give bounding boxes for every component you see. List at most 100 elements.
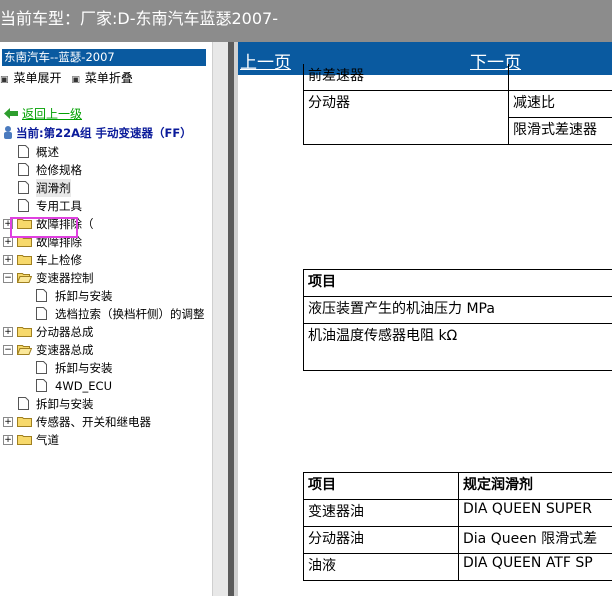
tree-item-label: 4WD_ECU: [55, 379, 113, 393]
title-bar: 当前车型：厂家:D-东南汽车蓝瑟2007-: [0, 0, 612, 42]
expand-toggle-icon[interactable]: +: [3, 237, 13, 247]
document-body: 前差速器 分动器 减速比 限滑式差速器 项目 液压装置产生的机油压力 MPa 机…: [238, 64, 612, 596]
expand-all-label: 菜单展开: [13, 71, 62, 85]
table-cell: 减速比: [508, 90, 612, 118]
document-icon: [18, 145, 29, 158]
spec-table-1: 前差速器 分动器 减速比 限滑式差速器: [303, 64, 612, 145]
table-row: 机油温度传感器电阻 kΩ: [303, 323, 612, 371]
selection-highlight-box: [10, 217, 78, 238]
table-cell: DIA QUEEN ATF SP: [458, 553, 612, 581]
tree-item-label: 概述: [36, 145, 59, 159]
table-header-cell: 项目: [303, 269, 612, 297]
collapse-all-button[interactable]: ▣ 菜单折叠: [71, 71, 133, 85]
tree-item-label: 气道: [36, 433, 59, 447]
table-row: 液压装置产生的机油压力 MPa: [303, 296, 612, 324]
tree-item[interactable]: 拆卸与安装: [0, 287, 212, 305]
folder-icon: [17, 435, 32, 445]
expand-toggle-icon[interactable]: +: [3, 435, 13, 445]
back-row: 返回上一级: [4, 105, 82, 122]
table-cell: 液压装置产生的机油压力 MPa: [303, 296, 612, 324]
tree-item[interactable]: 选档拉索（换档杆侧）的调整: [0, 305, 212, 323]
sidebar-scrollbar[interactable]: [212, 42, 229, 596]
tree-item-label: 传感器、开关和继电器: [36, 415, 151, 429]
collapse-toggle-icon[interactable]: −: [3, 345, 13, 355]
table-cell: 变速器油: [303, 499, 459, 527]
table-row: 限滑式差速器: [303, 117, 612, 145]
current-section: 当前:第22A组 手动变速器（FF）: [2, 125, 192, 141]
expand-toggle-icon[interactable]: +: [3, 327, 13, 337]
table-row: 变速器油 DIA QUEEN SUPER: [303, 499, 612, 527]
tree-item[interactable]: 拆卸与安装: [0, 359, 212, 377]
open-folder-icon: [17, 273, 32, 283]
prev-page-link[interactable]: 上一页: [240, 48, 291, 73]
document-icon: [18, 397, 29, 410]
table-row: 前差速器: [303, 64, 612, 91]
collapse-square-icon: ▣: [71, 75, 80, 85]
folder-icon: [17, 327, 32, 337]
table-row: 分动器油 Dia Queen 限滑式差: [303, 526, 612, 554]
tree-item-selected[interactable]: 润滑剂: [0, 179, 212, 197]
tree-folder[interactable]: + 气道: [0, 431, 212, 449]
table-cell: 限滑式差速器: [508, 117, 612, 145]
tree-item-label: 车上检修: [36, 253, 82, 267]
tree-item-label: 润滑剂: [36, 179, 71, 197]
tree-folder[interactable]: + 车上检修: [0, 251, 212, 269]
document-icon: [36, 361, 47, 374]
tree-item-label: 选档拉索（换档杆侧）的调整: [55, 307, 205, 321]
expand-toggle-icon[interactable]: +: [3, 417, 13, 427]
tree-folder[interactable]: + 传感器、开关和继电器: [0, 413, 212, 431]
table-header-cell: 项目: [303, 472, 459, 500]
tree-item[interactable]: 4WD_ECU: [0, 377, 212, 395]
document-icon: [18, 199, 29, 212]
tree-folder-open[interactable]: − 变速器控制: [0, 269, 212, 287]
table-row: 项目: [303, 269, 612, 297]
expand-toggle-icon[interactable]: +: [3, 255, 13, 265]
back-link[interactable]: 返回上一级: [22, 107, 82, 121]
document-icon: [18, 163, 29, 176]
table-cell: 机油温度传感器电阻 kΩ: [303, 323, 612, 371]
table-cell: 油液: [303, 553, 459, 581]
tree-item[interactable]: 检修规格: [0, 161, 212, 179]
sidebar-brand: 东南汽车--蓝瑟-2007: [2, 49, 206, 66]
collapse-all-label: 菜单折叠: [84, 71, 133, 85]
tree-folder-open[interactable]: − 变速器总成: [0, 341, 212, 359]
current-section-label: 当前:第22A组 手动变速器（FF）: [16, 126, 192, 140]
person-icon: [4, 126, 12, 139]
tree-item-label: 专用工具: [36, 199, 82, 213]
table-cell: DIA QUEEN SUPER: [458, 499, 612, 527]
tree-item-label: 拆卸与安装: [55, 361, 113, 375]
tree-item[interactable]: 拆卸与安装: [0, 395, 212, 413]
tree-item[interactable]: 概述: [0, 143, 212, 161]
tree-folder[interactable]: + 分动器总成: [0, 323, 212, 341]
table-row: 油液 DIA QUEEN ATF SP: [303, 553, 612, 581]
expand-square-icon: ▣: [0, 75, 9, 85]
document-icon: [36, 289, 47, 302]
tree-item-label: 变速器控制: [36, 271, 94, 285]
back-arrow-icon: [4, 108, 18, 119]
table-row: 分动器 减速比: [303, 90, 612, 118]
tree-item-label: 分动器总成: [36, 325, 94, 339]
window-title: 当前车型：厂家:D-东南汽车蓝瑟2007-: [0, 9, 278, 28]
menu-ops: ▣ 菜单展开 ▣ 菜单折叠: [0, 69, 139, 86]
table-cell: Dia Queen 限滑式差: [458, 526, 612, 554]
table-cell: 前差速器: [303, 64, 509, 91]
content-pane: 上一页 下一页 前差速器 分动器 减速比 限滑式差速器 项目 液压装置产生的机油…: [238, 42, 612, 596]
document-icon: [36, 307, 47, 320]
collapse-toggle-icon[interactable]: −: [3, 273, 13, 283]
tree-item-label: 拆卸与安装: [55, 289, 113, 303]
tree-item-label: 拆卸与安装: [36, 397, 94, 411]
folder-icon: [17, 255, 32, 265]
table-cell: [508, 64, 612, 91]
sidebar: 东南汽车--蓝瑟-2007 ▣ 菜单展开 ▣ 菜单折叠 返回上一级 当前:第22A组…: [0, 42, 212, 596]
table-cell: 分动器油: [303, 526, 459, 554]
table-row: 项目 规定润滑剂: [303, 472, 612, 500]
open-folder-icon: [17, 345, 32, 355]
tree-item[interactable]: 专用工具: [0, 197, 212, 215]
spec-table-2: 项目 液压装置产生的机油压力 MPa 机油温度传感器电阻 kΩ: [303, 269, 612, 371]
expand-all-button[interactable]: ▣ 菜单展开: [0, 71, 62, 85]
tree-item-label: 变速器总成: [36, 343, 94, 357]
table-cell: [303, 117, 509, 145]
tree-item-label: 检修规格: [36, 163, 82, 177]
tree: 概述 检修规格 润滑剂 专用工具 + 故障排除（ + 故障排除 + 车上检修 − 变速器…: [0, 143, 212, 449]
table-header-cell: 规定润滑剂: [458, 472, 612, 500]
